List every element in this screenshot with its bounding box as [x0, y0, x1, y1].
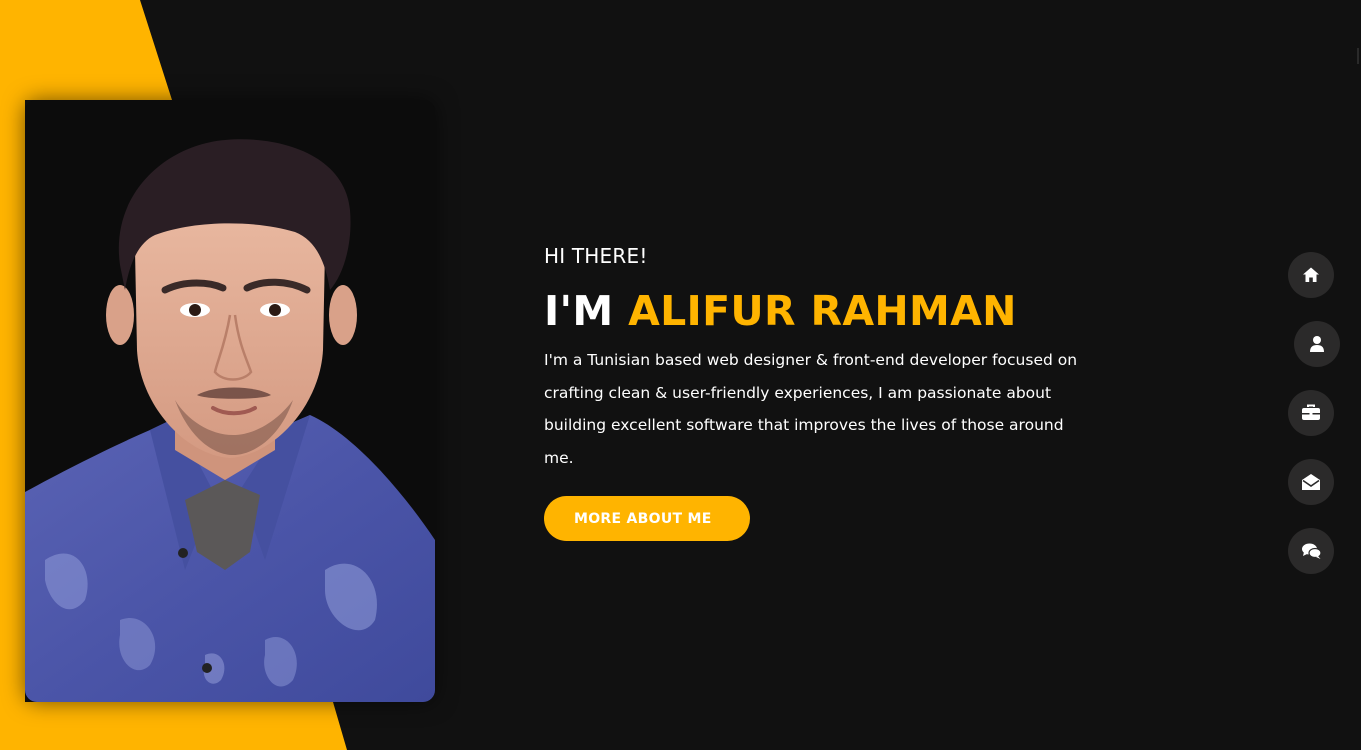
nav-blog-button[interactable] — [1288, 528, 1334, 574]
nav-contact-button[interactable] — [1288, 459, 1334, 505]
heading-prefix: I'M — [544, 287, 629, 335]
user-icon — [1310, 336, 1324, 352]
hero-section: HI THERE! I'M ALIFUR RAHMAN I'm a Tunisi… — [544, 240, 1104, 541]
scrollbar-indicator — [1357, 48, 1359, 64]
comments-icon — [1301, 543, 1322, 559]
hero-heading: I'M ALIFUR RAHMAN — [544, 286, 1104, 336]
nav-home-button[interactable] — [1288, 252, 1334, 298]
heading-name: ALIFUR RAHMAN — [628, 287, 1017, 335]
profile-photo — [25, 100, 435, 702]
home-page: HI THERE! I'M ALIFUR RAHMAN I'm a Tunisi… — [0, 0, 1361, 750]
greeting-text: HI THERE! — [544, 244, 648, 268]
briefcase-icon — [1302, 404, 1320, 420]
nav-about-button[interactable] — [1294, 321, 1340, 367]
home-icon — [1303, 267, 1319, 282]
intro-paragraph: I'm a Tunisian based web designer & fron… — [544, 351, 1078, 467]
more-about-me-button[interactable]: MORE ABOUT ME — [544, 496, 750, 541]
envelope-open-icon — [1302, 474, 1320, 490]
nav-portfolio-button[interactable] — [1288, 390, 1334, 436]
portrait-illustration — [25, 100, 435, 702]
